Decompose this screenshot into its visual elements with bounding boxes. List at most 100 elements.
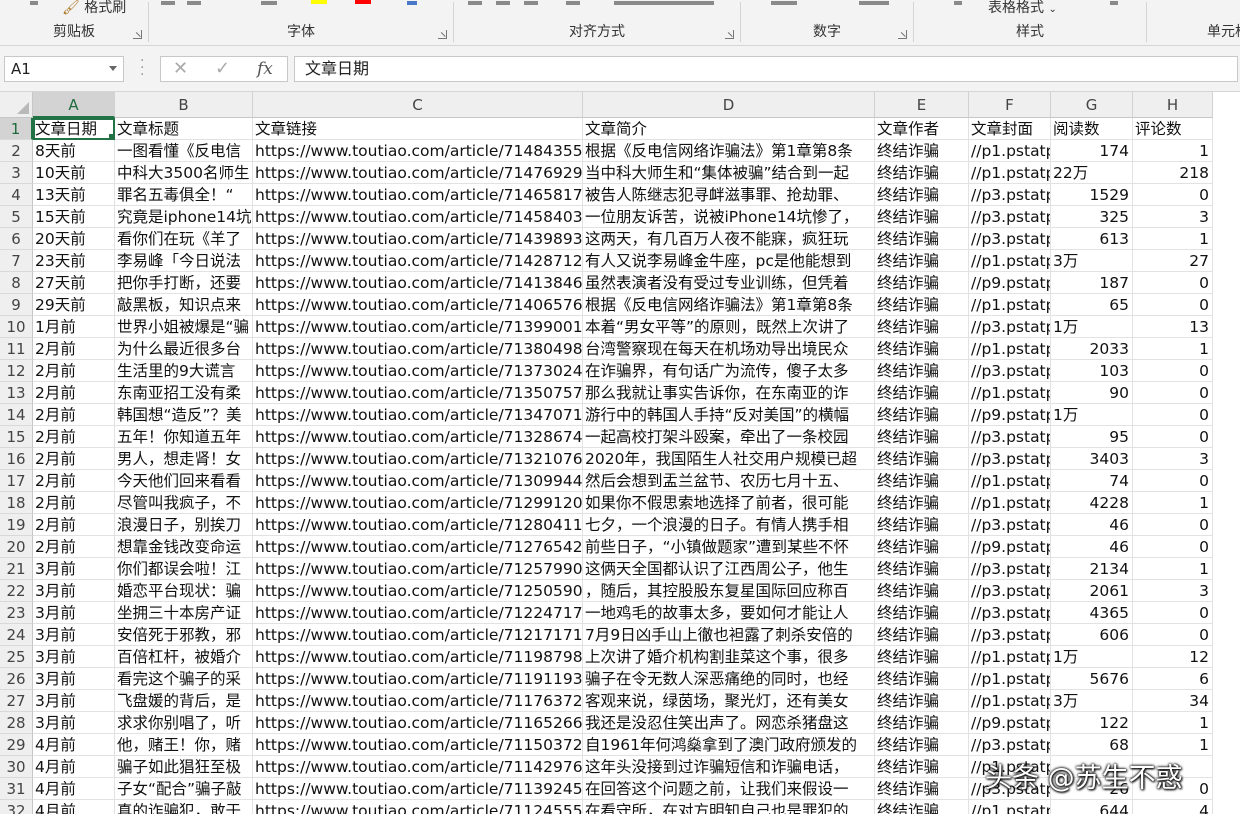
cell-f14[interactable]: //p9.pstatp: [969, 404, 1051, 426]
cell-c28[interactable]: https://www.toutiao.com/article/71165266…: [253, 712, 583, 734]
cell-a19[interactable]: 2月前: [33, 514, 115, 536]
cell-b32[interactable]: 真的诈骗犯，敢于: [115, 800, 253, 814]
cell-a4[interactable]: 13天前: [33, 184, 115, 206]
cell-h12[interactable]: 0: [1133, 360, 1213, 382]
cell-f5[interactable]: //p3.pstatp: [969, 206, 1051, 228]
cell-g10[interactable]: 1万: [1051, 316, 1133, 338]
cell-d21[interactable]: 这俩天全国都认识了江西周公子，他生: [583, 558, 875, 580]
align-right-icon[interactable]: [524, 1, 538, 5]
cell-d17[interactable]: 然后会想到盂兰盆节、农历七月十五、: [583, 470, 875, 492]
cell-h4[interactable]: 0: [1133, 184, 1213, 206]
format-painter-button[interactable]: 🖌 格式刷: [62, 0, 126, 17]
row-header[interactable]: 16: [0, 448, 33, 470]
row-header[interactable]: 2: [0, 140, 33, 162]
cell-f32[interactable]: //p1.pstatp: [969, 800, 1051, 814]
cell-c13[interactable]: https://www.toutiao.com/article/71350757…: [253, 382, 583, 404]
row-header[interactable]: 27: [0, 690, 33, 712]
cell-f27[interactable]: //p1.pstatp: [969, 690, 1051, 712]
cell-h16[interactable]: 3: [1133, 448, 1213, 470]
cell-d9[interactable]: 根据《反电信网络诈骗法》第1章第8条: [583, 294, 875, 316]
cell-a5[interactable]: 15天前: [33, 206, 115, 228]
row-header[interactable]: 24: [0, 624, 33, 646]
font-color-icon[interactable]: [355, 0, 371, 4]
cell-e20[interactable]: 终结诈骗: [875, 536, 969, 558]
column-header-d[interactable]: D: [583, 92, 875, 118]
cell-c27[interactable]: https://www.toutiao.com/article/71176372…: [253, 690, 583, 712]
cell-h8[interactable]: 0: [1133, 272, 1213, 294]
row-header[interactable]: 7: [0, 250, 33, 272]
cell-b19[interactable]: 浪漫日子，别挨刀: [115, 514, 253, 536]
cell-c22[interactable]: https://www.toutiao.com/article/71250590…: [253, 580, 583, 602]
cell-d22[interactable]: ，随后，其控股股东复星国际回应称百: [583, 580, 875, 602]
cell-b7[interactable]: 李易峰「今日说法: [115, 250, 253, 272]
cell-h20[interactable]: 0: [1133, 536, 1213, 558]
cell-d8[interactable]: 虽然表演者没有受过专业训练，但凭着: [583, 272, 875, 294]
cell-e14[interactable]: 终结诈骗: [875, 404, 969, 426]
cell-d18[interactable]: 如果你不假思索地选择了前者，很可能: [583, 492, 875, 514]
cell-c18[interactable]: https://www.toutiao.com/article/71299120…: [253, 492, 583, 514]
cell-d7[interactable]: 有人又说李易峰金牛座，pc是他能想到: [583, 250, 875, 272]
cell-f25[interactable]: //p1.pstatp: [969, 646, 1051, 668]
cell-f6[interactable]: //p3.pstatp: [969, 228, 1051, 250]
cell-g17[interactable]: 74: [1051, 470, 1133, 492]
cell-g25[interactable]: 1万: [1051, 646, 1133, 668]
cell-f15[interactable]: //p3.pstatp: [969, 426, 1051, 448]
cell-e32[interactable]: 终结诈骗: [875, 800, 969, 814]
row-header[interactable]: 11: [0, 338, 33, 360]
cell-d4[interactable]: 被告人陈继志犯寻衅滋事罪、抢劫罪、: [583, 184, 875, 206]
cell-a6[interactable]: 20天前: [33, 228, 115, 250]
cell-g8[interactable]: 187: [1051, 272, 1133, 294]
decimal-icon[interactable]: [859, 1, 889, 5]
cell-d1[interactable]: 文章简介: [583, 118, 875, 140]
cell-f3[interactable]: //p1.pstatp: [969, 162, 1051, 184]
cell-d19[interactable]: 七夕，一个浪漫的日子。有情人携手相: [583, 514, 875, 536]
row-header[interactable]: 21: [0, 558, 33, 580]
cell-e26[interactable]: 终结诈骗: [875, 668, 969, 690]
cell-c32[interactable]: https://www.toutiao.com/article/71124555…: [253, 800, 583, 814]
cell-b5[interactable]: 究竟是iphone14坑: [115, 206, 253, 228]
cell-f4[interactable]: //p3.pstatp: [969, 184, 1051, 206]
font-launcher-icon[interactable]: [438, 30, 447, 39]
cell-c19[interactable]: https://www.toutiao.com/article/71280411…: [253, 514, 583, 536]
cell-c21[interactable]: https://www.toutiao.com/article/71257990…: [253, 558, 583, 580]
cell-a21[interactable]: 3月前: [33, 558, 115, 580]
cell-h9[interactable]: 0: [1133, 294, 1213, 316]
cell-f16[interactable]: //p3.pstatp: [969, 448, 1051, 470]
row-header[interactable]: 3: [0, 162, 33, 184]
cell-h15[interactable]: 0: [1133, 426, 1213, 448]
phonetic-icon[interactable]: [407, 1, 417, 5]
cell-a20[interactable]: 2月前: [33, 536, 115, 558]
cell-g20[interactable]: 46: [1051, 536, 1133, 558]
cell-b30[interactable]: 骗子如此猖狂至极: [115, 756, 253, 778]
align-center-icon[interactable]: [496, 1, 510, 5]
cell-b27[interactable]: 飞盘媛的背后，是: [115, 690, 253, 712]
cell-d23[interactable]: 一地鸡毛的故事太多，要如何才能让人: [583, 602, 875, 624]
cell-b1[interactable]: 文章标题: [115, 118, 253, 140]
cell-f22[interactable]: //p3.pstatp: [969, 580, 1051, 602]
cell-d27[interactable]: 客观来说，绿茵场，聚光灯，还有美女: [583, 690, 875, 712]
row-header[interactable]: 13: [0, 382, 33, 404]
cell-c7[interactable]: https://www.toutiao.com/article/71428712…: [253, 250, 583, 272]
cell-g12[interactable]: 103: [1051, 360, 1133, 382]
cell-c16[interactable]: https://www.toutiao.com/article/71321076…: [253, 448, 583, 470]
cell-a14[interactable]: 2月前: [33, 404, 115, 426]
row-header[interactable]: 18: [0, 492, 33, 514]
cell-e24[interactable]: 终结诈骗: [875, 624, 969, 646]
row-header[interactable]: 1: [0, 118, 33, 140]
cell-a28[interactable]: 3月前: [33, 712, 115, 734]
cell-b12[interactable]: 生活里的9大谎言: [115, 360, 253, 382]
cell-f2[interactable]: //p1.pstatp: [969, 140, 1051, 162]
column-header-e[interactable]: E: [875, 92, 969, 118]
cell-e31[interactable]: 终结诈骗: [875, 778, 969, 800]
cell-f12[interactable]: //p3.pstatp: [969, 360, 1051, 382]
cell-b17[interactable]: 今天他们回来看看: [115, 470, 253, 492]
cell-h6[interactable]: 1: [1133, 228, 1213, 250]
cell-c30[interactable]: https://www.toutiao.com/article/71142976…: [253, 756, 583, 778]
row-header[interactable]: 20: [0, 536, 33, 558]
cell-f29[interactable]: //p3.pstatp: [969, 734, 1051, 756]
cell-h32[interactable]: 4: [1133, 800, 1213, 814]
cell-g18[interactable]: 4228: [1051, 492, 1133, 514]
cell-f13[interactable]: //p1.pstatp: [969, 382, 1051, 404]
cell-e28[interactable]: 终结诈骗: [875, 712, 969, 734]
cell-h5[interactable]: 3: [1133, 206, 1213, 228]
